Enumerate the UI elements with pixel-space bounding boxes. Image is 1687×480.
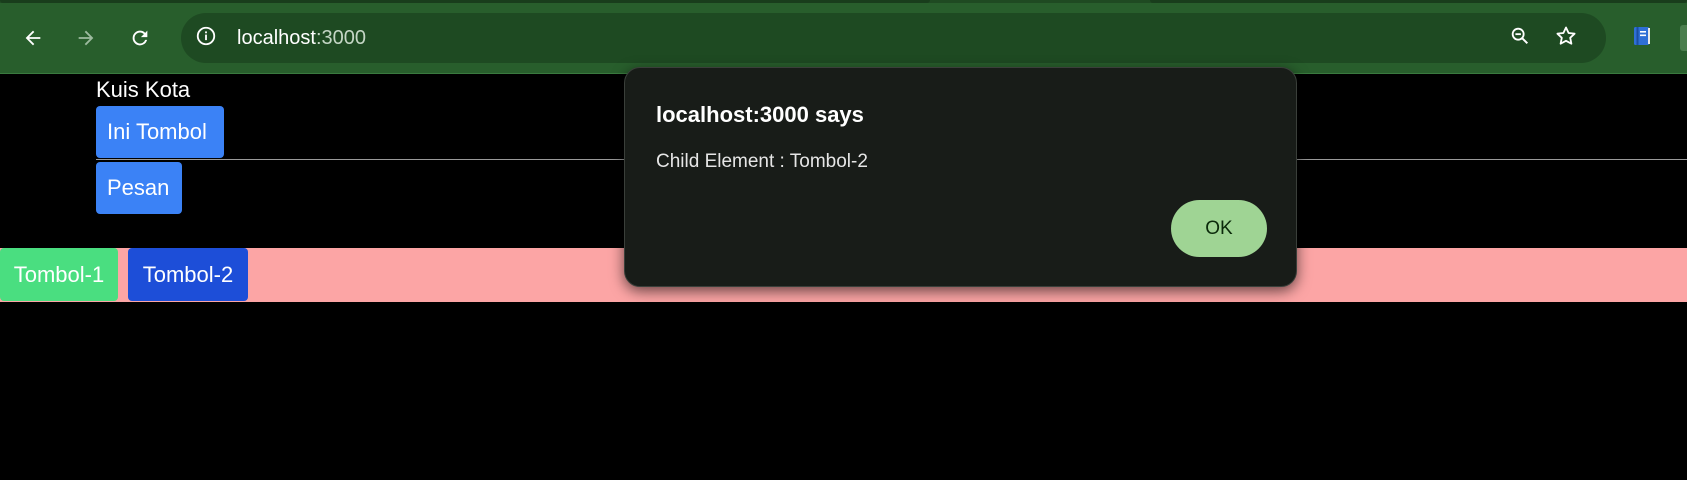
browser-toolbar: localhost:3000: [0, 3, 1687, 74]
ok-button[interactable]: OK: [1171, 200, 1267, 257]
browser-window: localhost:3000 Kuis Kota Ini Tombol Pesa…: [0, 0, 1687, 480]
tombol-1-button[interactable]: Tombol-1: [0, 248, 118, 301]
back-button[interactable]: [15, 20, 51, 56]
url-text[interactable]: localhost:3000: [237, 25, 366, 51]
url-port: :3000: [315, 27, 366, 49]
address-bar[interactable]: localhost:3000: [181, 13, 1606, 63]
alert-dialog: localhost:3000 says Child Element : Tomb…: [624, 67, 1297, 287]
ini-tombol-button[interactable]: Ini Tombol: [96, 106, 224, 158]
site-info-button[interactable]: [191, 23, 221, 53]
forward-arrow-icon: [75, 27, 97, 49]
star-icon: [1554, 24, 1578, 53]
extension-button[interactable]: [1680, 25, 1687, 51]
reload-icon: [129, 27, 151, 49]
tombol-2-button[interactable]: Tombol-2: [128, 248, 248, 301]
page-title: Kuis Kota: [96, 77, 191, 102]
book-icon: [1630, 24, 1654, 53]
bookmark-button[interactable]: [1552, 24, 1580, 52]
forward-button[interactable]: [68, 20, 104, 56]
extension-button[interactable]: [1627, 23, 1657, 53]
dialog-title: localhost:3000 says: [656, 102, 864, 127]
info-icon: [195, 25, 217, 52]
zoom-button[interactable]: [1506, 24, 1534, 52]
url-host: localhost: [237, 27, 316, 49]
zoom-out-icon: [1509, 25, 1531, 52]
reload-button[interactable]: [122, 20, 158, 56]
dialog-message: Child Element : Tombol-2: [656, 151, 868, 172]
pesan-button[interactable]: Pesan: [96, 162, 182, 214]
back-arrow-icon: [22, 27, 44, 49]
